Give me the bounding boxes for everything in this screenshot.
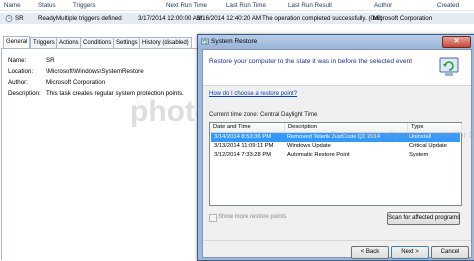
name-label: Name: (8, 57, 27, 64)
restore-date: 3/13/2014 11:09:11 PM (214, 143, 274, 149)
restore-date: 3/14/2014 8:53:36 PM (214, 134, 272, 140)
task-last-result: The operation completed successfully. (0… (262, 15, 383, 22)
system-restore-icon (439, 57, 459, 76)
column-header-author[interactable]: Author (374, 2, 392, 10)
column-header-next-run-time[interactable]: Next Run Time (166, 2, 207, 10)
back-button[interactable]: < Back (351, 246, 389, 259)
task-triggers: Multiple triggers defined (56, 15, 122, 22)
restore-description: Windows Update (287, 143, 331, 149)
tab-actions[interactable]: Actions (56, 37, 82, 48)
description-label: Description: (8, 90, 41, 97)
watermark-tagline: Protect more of your memories for less! (330, 130, 474, 140)
tab-conditions[interactable]: Conditions (80, 37, 115, 48)
dialog-client: Restore your computer to the state it wa… (202, 49, 472, 259)
task-name: SR (15, 15, 24, 22)
header-divider (0, 10, 474, 11)
column-header-last-run-time[interactable]: Last Run Time (226, 2, 266, 10)
name-value[interactable]: SR (46, 57, 55, 64)
restore-type: System (409, 152, 429, 158)
column-header-triggers[interactable]: Triggers (73, 2, 95, 10)
cancel-button[interactable]: Cancel (431, 246, 469, 259)
location-value: \Microsoft\Windows\SystemRestore (46, 68, 144, 75)
restore-type: Critical Update (409, 143, 448, 149)
task-icon (5, 15, 13, 22)
help-link[interactable]: How do I choose a restore point? (209, 91, 297, 97)
timezone-label: Current time zone: Central Daylight Time (209, 112, 318, 118)
scan-affected-programs-button[interactable]: Scan for affected programs (387, 212, 460, 225)
restore-row[interactable]: 3/12/2014 7:33:28 PM Automatic Restore P… (211, 151, 460, 160)
task-last-run: 3/16/2014 12:40:20 AM (197, 15, 261, 22)
next-button[interactable]: Next > (391, 246, 429, 259)
dialog-titlebar[interactable]: System Restore ✕ (198, 35, 474, 49)
tab-strip: General Triggers Actions Conditions Sett… (0, 36, 200, 49)
restore-row[interactable]: 3/13/2014 11:09:11 PM Windows Update Cri… (211, 142, 460, 151)
footer-divider (203, 240, 471, 241)
system-restore-dialog: System Restore ✕ Restore your computer t… (197, 34, 474, 261)
column-header-date[interactable]: Date and Time (210, 123, 285, 133)
system-restore-icon (201, 38, 209, 45)
column-header-name[interactable]: Name (4, 2, 21, 10)
tab-triggers[interactable]: Triggers (30, 37, 58, 48)
tab-settings[interactable]: Settings (113, 37, 141, 48)
dialog-title: System Restore (211, 38, 258, 45)
column-header-status[interactable]: Status (38, 2, 56, 10)
close-button[interactable]: ✕ (442, 36, 471, 48)
column-header-created[interactable]: Created (437, 2, 459, 10)
tab-history[interactable]: History (disabled) (139, 37, 192, 48)
show-more-checkbox[interactable] (209, 214, 217, 222)
dialog-heading: Restore your computer to the state it wa… (209, 58, 413, 65)
column-header-last-run-result[interactable]: Last Run Result (288, 2, 332, 10)
restore-description: Automatic Restore Point (287, 152, 350, 158)
dialog-banner: Restore your computer to the state it wa… (203, 50, 471, 86)
task-list: Name Status Triggers Next Run Time Last … (0, 0, 474, 26)
location-label: Location: (8, 68, 34, 75)
task-status: Ready (38, 15, 56, 22)
author-label: Author: (8, 79, 28, 86)
task-next-run: 3/17/2014 12:00:00 AM (138, 15, 202, 22)
restore-date: 3/12/2014 7:33:28 PM (214, 152, 272, 158)
show-more-label[interactable]: Show more restore points (218, 214, 286, 220)
author-value[interactable]: Microsoft Corporation (46, 79, 105, 86)
task-author: Microsoft Corporation (373, 15, 433, 22)
